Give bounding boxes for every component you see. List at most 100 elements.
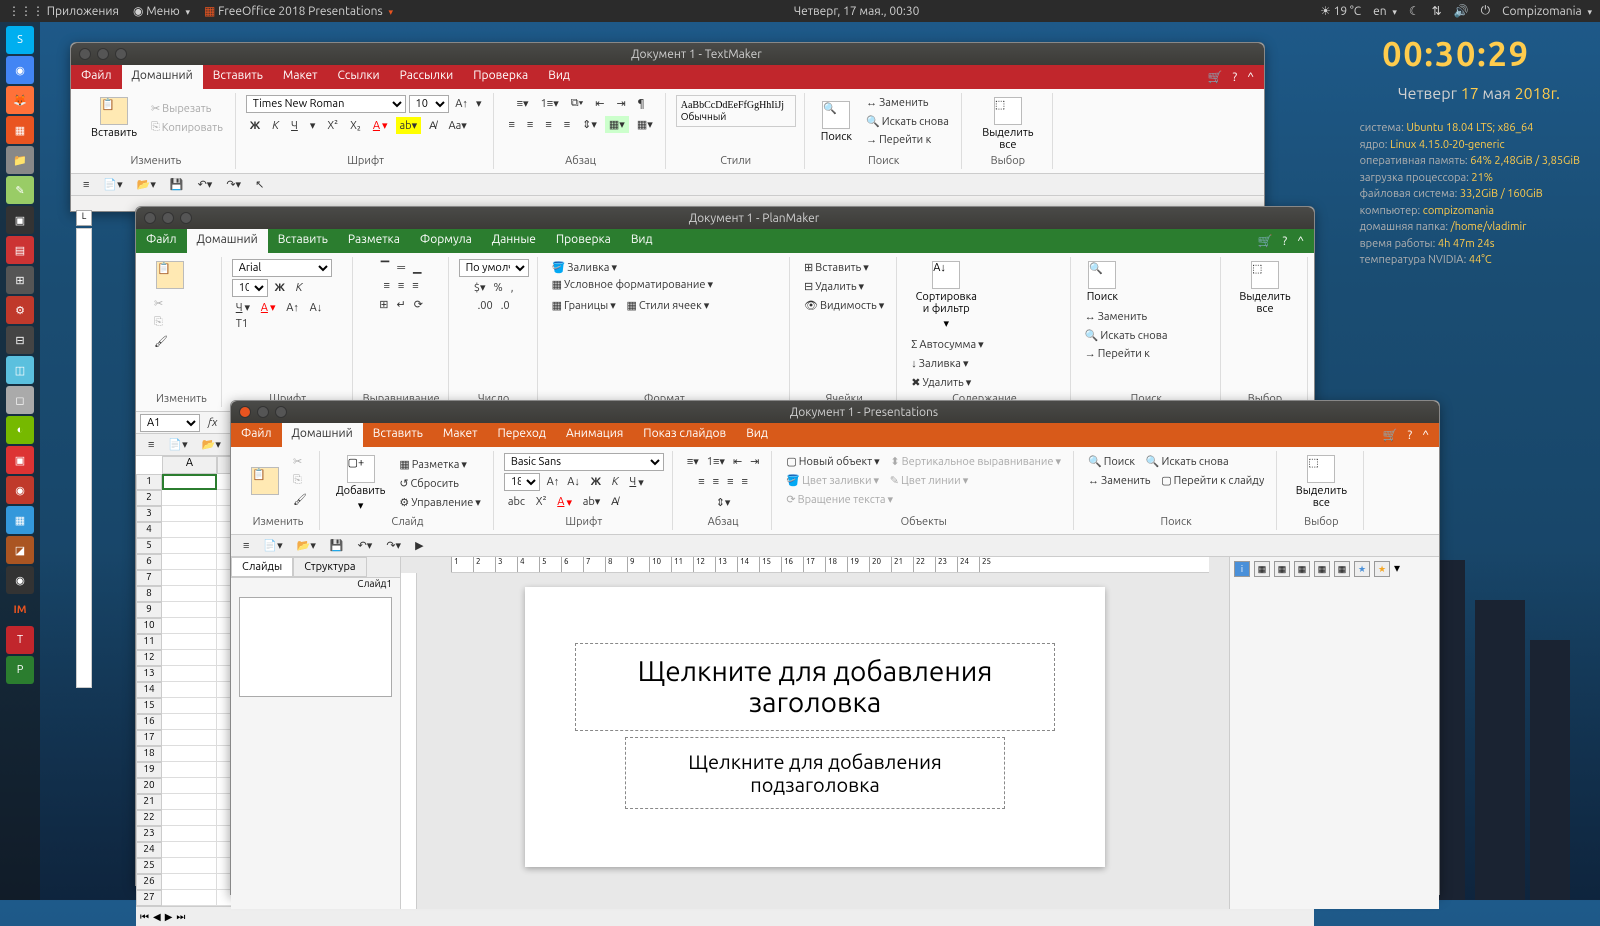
subscript-button[interactable]: X₂ bbox=[346, 117, 365, 134]
dock-app6-icon[interactable]: ◻ bbox=[6, 386, 34, 414]
strike-button[interactable]: abc bbox=[504, 494, 529, 510]
close-icon[interactable] bbox=[239, 406, 251, 418]
row-header[interactable]: 10 bbox=[136, 618, 162, 634]
title-placeholder[interactable]: Щелкните для добавления заголовка bbox=[575, 643, 1055, 731]
cell[interactable] bbox=[162, 506, 217, 522]
cell[interactable] bbox=[162, 522, 217, 538]
align-left-button[interactable]: ≡ bbox=[694, 474, 708, 490]
cell[interactable] bbox=[162, 666, 217, 682]
multilevel-button[interactable]: ⧉▾ bbox=[567, 95, 587, 112]
row-header[interactable]: 3 bbox=[136, 506, 162, 522]
copy-button[interactable]: ⎘ bbox=[150, 314, 172, 331]
clear-format-button[interactable]: A̸ bbox=[607, 494, 622, 510]
tab-transition[interactable]: Переход bbox=[487, 423, 556, 447]
superscript-button[interactable]: X² bbox=[532, 494, 551, 510]
cell[interactable] bbox=[162, 554, 217, 570]
row-header[interactable]: 27 bbox=[136, 890, 162, 906]
cell[interactable] bbox=[162, 842, 217, 858]
qat-undo-icon[interactable]: ↶▾ bbox=[194, 176, 217, 193]
dropdown-icon[interactable]: ▾ bbox=[1394, 561, 1400, 577]
apps-menu[interactable]: ⋮⋮⋮ Приложения bbox=[8, 4, 119, 18]
search-button[interactable]: 🔍Поиск bbox=[1081, 259, 1124, 305]
cell[interactable] bbox=[162, 650, 217, 666]
cell-reference-box[interactable]: A1 bbox=[140, 414, 200, 432]
dock-planmaker-icon[interactable]: P bbox=[6, 656, 34, 684]
row-header[interactable]: 12 bbox=[136, 650, 162, 666]
search-button[interactable]: 🔍Поиск bbox=[815, 99, 858, 145]
cond-format-button[interactable]: ▦ Условное форматирование▾ bbox=[548, 276, 717, 293]
bullets-button[interactable]: ≡▾ bbox=[513, 95, 533, 112]
line-color-button[interactable]: ✎ Цвет линии▾ bbox=[886, 472, 972, 489]
weather-indicator[interactable]: ☀ 19 °C bbox=[1320, 4, 1361, 18]
cell[interactable] bbox=[162, 634, 217, 650]
qat-menu-icon[interactable]: ≡ bbox=[239, 538, 253, 554]
cell[interactable] bbox=[162, 586, 217, 602]
align-justify-button[interactable]: ≡ bbox=[560, 116, 574, 133]
qat-menu-icon[interactable]: ≡ bbox=[79, 177, 93, 193]
row-header[interactable]: 24 bbox=[136, 842, 162, 858]
dock-im-icon[interactable]: IM bbox=[6, 596, 34, 624]
tab-layout[interactable]: Макет bbox=[433, 423, 488, 447]
manage-button[interactable]: ⚙ Управление▾ bbox=[395, 494, 485, 511]
align-right-button[interactable]: ≡ bbox=[541, 116, 555, 133]
tab-insert[interactable]: Вставить bbox=[268, 229, 338, 253]
prop-icon[interactable]: ▦ bbox=[1314, 561, 1330, 577]
qat-redo-icon[interactable]: ↷▾ bbox=[222, 176, 245, 193]
subtitle-placeholder[interactable]: Щелкните для добавления подзаголовка bbox=[625, 737, 1005, 809]
cell[interactable] bbox=[162, 570, 217, 586]
fill-series-button[interactable]: ↓ Заливка▾ bbox=[907, 355, 972, 372]
replace-button[interactable]: ↔ Заменить bbox=[1081, 309, 1172, 325]
power-icon[interactable]: ⏻ bbox=[1481, 4, 1491, 18]
row-header[interactable]: 17 bbox=[136, 730, 162, 746]
cell[interactable] bbox=[162, 858, 217, 874]
borders-button[interactable]: ▦ Границы▾ bbox=[548, 297, 620, 314]
dock-app9-icon[interactable]: ▦ bbox=[6, 506, 34, 534]
star-icon[interactable]: ★ bbox=[1374, 561, 1390, 577]
goto-slide-button[interactable]: ▢ Перейти к слайду bbox=[1157, 472, 1268, 489]
replace-button[interactable]: ↔ Заменить bbox=[1084, 473, 1154, 489]
font-color-button[interactable]: A▾ bbox=[369, 117, 392, 134]
cart-icon[interactable]: 🛒 bbox=[1383, 428, 1398, 442]
cut-button[interactable]: ✂ bbox=[289, 453, 311, 470]
bold-button[interactable]: Ж bbox=[246, 117, 264, 134]
help-icon[interactable]: ? bbox=[1283, 235, 1288, 248]
panel-datetime[interactable]: Четверг, 17 мая., 00:30 bbox=[393, 5, 1320, 18]
borders-button[interactable]: ▦▾ bbox=[633, 116, 657, 133]
row-header[interactable]: 16 bbox=[136, 714, 162, 730]
dock-app5-icon[interactable]: ◫ bbox=[6, 356, 34, 384]
italic-button[interactable]: К bbox=[292, 280, 307, 296]
numbering-button[interactable]: 1≡▾ bbox=[703, 453, 729, 470]
row-header[interactable]: 21 bbox=[136, 794, 162, 810]
minimize-icon[interactable] bbox=[97, 48, 109, 60]
number-format-select[interactable]: По умолчан bbox=[459, 259, 529, 277]
cell[interactable] bbox=[162, 778, 217, 794]
row-header[interactable]: 6 bbox=[136, 554, 162, 570]
dec-decimal-button[interactable]: .0 bbox=[497, 298, 514, 314]
cell[interactable] bbox=[162, 762, 217, 778]
dock-app7-icon[interactable]: ▣ bbox=[6, 446, 34, 474]
row-header[interactable]: 22 bbox=[136, 810, 162, 826]
copy-button[interactable]: ⎘ bbox=[289, 472, 311, 489]
tab-formula[interactable]: Формула bbox=[410, 229, 482, 253]
dec-indent-button[interactable]: ⇤ bbox=[729, 453, 746, 470]
row-header[interactable]: 18 bbox=[136, 746, 162, 762]
next-sheet-icon[interactable]: ▶ bbox=[165, 911, 173, 923]
tab-file[interactable]: Файл bbox=[231, 423, 282, 447]
textmaker-titlebar[interactable]: Документ 1 - TextMaker bbox=[71, 43, 1264, 65]
font-select[interactable]: Basic Sans bbox=[504, 453, 664, 471]
font-grow-icon[interactable]: A↑ bbox=[451, 96, 472, 112]
help-icon[interactable]: ? bbox=[1233, 71, 1238, 84]
dock-terminal-icon[interactable]: ▣ bbox=[6, 206, 34, 234]
tab-view[interactable]: Вид bbox=[621, 229, 663, 253]
star-icon[interactable]: ★ bbox=[1354, 561, 1370, 577]
wrap-button[interactable]: ↵ bbox=[392, 296, 409, 313]
find-again-button[interactable]: 🔍 Искать снова bbox=[862, 113, 953, 130]
row-header[interactable]: 9 bbox=[136, 602, 162, 618]
maximize-icon[interactable] bbox=[180, 212, 192, 224]
font-size-select[interactable]: 10 bbox=[409, 95, 449, 113]
search-button[interactable]: 🔍 Поиск bbox=[1084, 453, 1139, 470]
prev-sheet-icon[interactable]: ◀ bbox=[153, 911, 161, 923]
slide-canvas[interactable]: Щелкните для добавления заголовка Щелкни… bbox=[525, 587, 1105, 867]
cell[interactable] bbox=[162, 538, 217, 554]
cell[interactable] bbox=[162, 618, 217, 634]
